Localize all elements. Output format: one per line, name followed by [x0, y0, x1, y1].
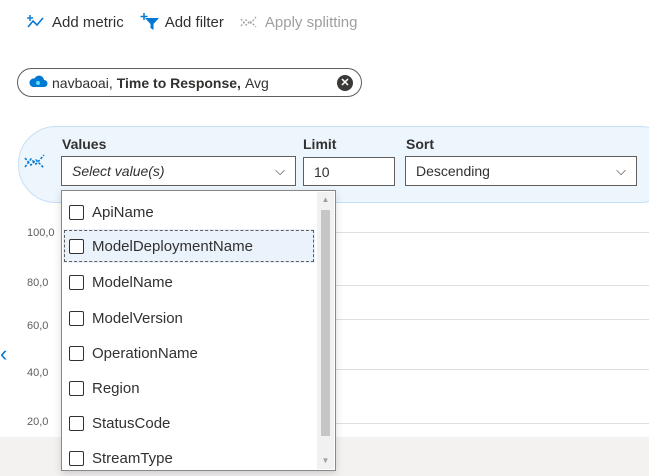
add-filter-button[interactable]: Add filter: [140, 13, 224, 31]
scroll-up-icon[interactable]: ▲: [317, 192, 334, 208]
values-select[interactable]: Select value(s) ⌵: [61, 156, 296, 186]
limit-label: Limit: [303, 136, 337, 152]
dropdown-option-modeldeploymentname[interactable]: ModelDeploymentName: [63, 229, 315, 263]
dropdown-option-modelname[interactable]: ModelName: [63, 265, 315, 299]
metrics-toolbar: Add metric Add filter Apply splitting: [27, 10, 357, 34]
dropdown-option-operationname[interactable]: OperationName: [63, 336, 315, 370]
cloud-icon: [28, 74, 48, 91]
option-label: StreamType: [92, 449, 173, 467]
metric-aggregation: Avg: [244, 74, 269, 91]
metric-pill[interactable]: navbaoai, Time to Response, Avg ✕: [17, 68, 362, 97]
dropdown-option-statuscode[interactable]: StatusCode: [63, 406, 315, 440]
checkbox[interactable]: [69, 310, 84, 326]
option-label: StatusCode: [92, 414, 171, 432]
sort-label: Sort: [406, 136, 434, 152]
option-label: ModelName: [92, 273, 173, 291]
scroll-down-icon[interactable]: ▼: [317, 453, 334, 469]
checkbox[interactable]: [69, 450, 84, 466]
checkbox[interactable]: [69, 238, 84, 254]
y-axis-tick: 100,0: [27, 227, 55, 239]
values-placeholder: Select value(s): [72, 163, 165, 179]
values-label: Values: [62, 136, 107, 152]
apply-splitting-label: Apply splitting: [264, 13, 358, 31]
option-label: ModelVersion: [92, 309, 183, 327]
dropdown-option-streamtype[interactable]: StreamType: [63, 441, 315, 470]
y-axis-tick: 20,0: [27, 416, 49, 428]
scrollbar-thumb[interactable]: [321, 210, 330, 436]
checkbox[interactable]: [69, 204, 84, 220]
sort-value: Descending: [416, 163, 490, 179]
checkbox[interactable]: [69, 380, 84, 396]
y-axis-tick: 60,0: [27, 320, 49, 332]
add-metric-label: Add metric: [52, 13, 124, 31]
chevron-down-icon: ⌵: [275, 163, 285, 178]
y-axis-tick: 40,0: [27, 367, 49, 379]
add-metric-button[interactable]: Add metric: [27, 14, 124, 31]
checkbox[interactable]: [69, 415, 84, 431]
option-label: ModelDeploymentName: [92, 237, 253, 255]
apply-splitting-icon: [240, 14, 260, 30]
option-label: OperationName: [92, 344, 198, 362]
add-filter-label: Add filter: [164, 13, 224, 31]
dropdown-option-apiname[interactable]: ApiName: [63, 195, 315, 229]
add-metric-icon: [27, 14, 47, 30]
chevron-left-icon[interactable]: ‹: [0, 341, 7, 367]
limit-input[interactable]: 10: [303, 157, 395, 186]
y-axis-tick: 80,0: [27, 277, 49, 289]
checkbox[interactable]: [69, 345, 84, 361]
sort-select[interactable]: Descending ⌵: [405, 156, 637, 186]
limit-value: 10: [314, 163, 330, 180]
apply-splitting-button[interactable]: Apply splitting: [240, 13, 358, 31]
values-dropdown-list: ApiName ModelDeploymentName ModelName Mo…: [61, 190, 336, 471]
metric-name: Time to Response,: [116, 74, 241, 91]
option-label: ApiName: [92, 203, 154, 221]
dropdown-option-region[interactable]: Region: [63, 371, 315, 405]
add-filter-icon: [140, 13, 160, 31]
dropdown-scrollbar[interactable]: ▲ ▼: [317, 192, 334, 469]
dropdown-option-modelversion[interactable]: ModelVersion: [63, 301, 315, 335]
checkbox[interactable]: [69, 274, 84, 290]
option-label: Region: [92, 379, 140, 397]
splitting-icon: [24, 152, 46, 175]
metric-resource: navbaoai,: [52, 74, 113, 91]
chevron-down-icon: ⌵: [616, 163, 626, 178]
close-icon[interactable]: ✕: [337, 74, 353, 91]
